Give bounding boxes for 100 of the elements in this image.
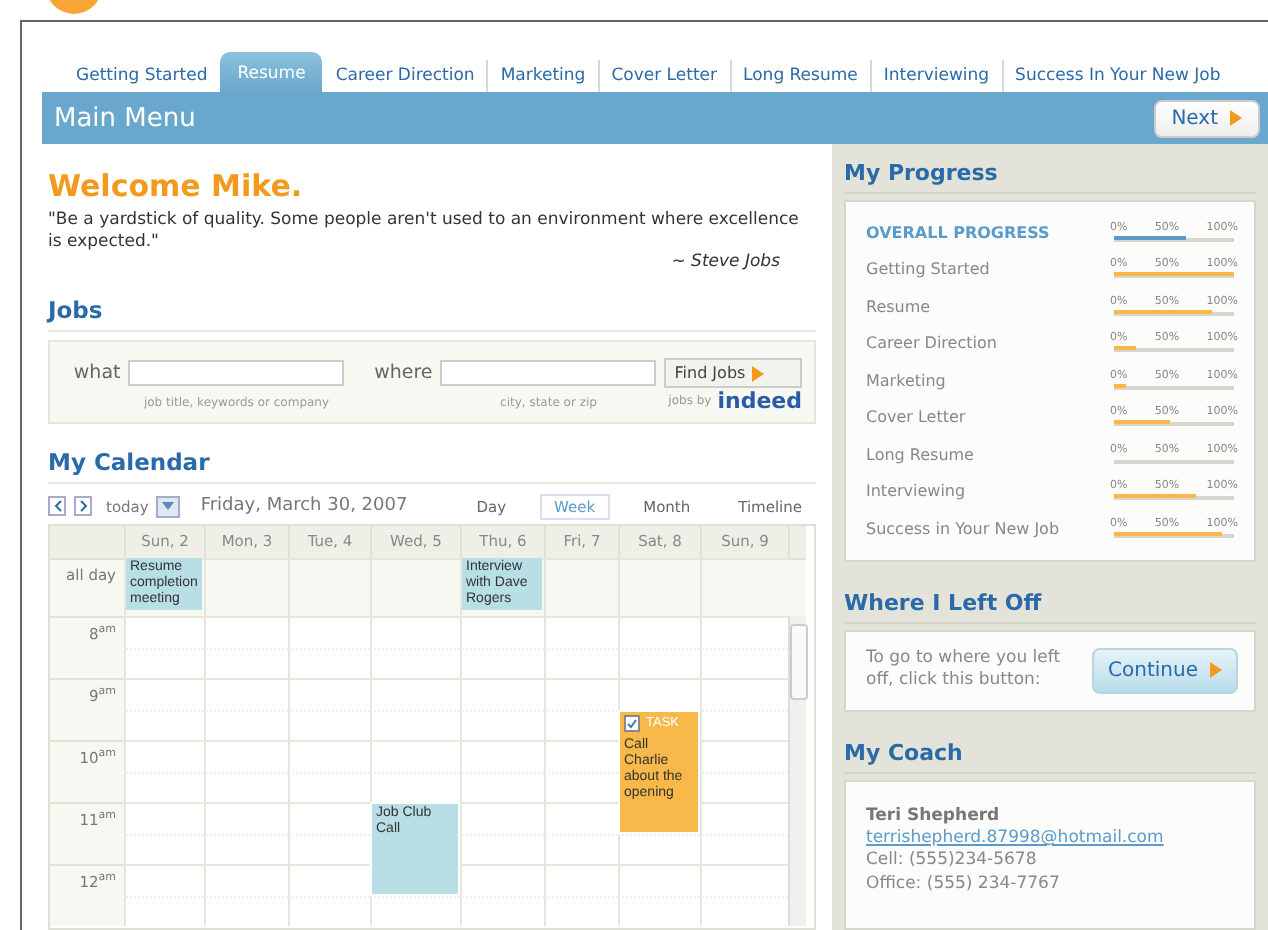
calendar-cell <box>370 678 460 710</box>
calendar-cell <box>204 895 288 927</box>
calendar-cell <box>618 864 700 896</box>
quote-author: ~ Steve Jobs <box>669 252 782 273</box>
calendar-cell <box>204 647 288 679</box>
calendar-cell <box>544 864 618 896</box>
calendar-cell <box>460 647 544 679</box>
calendar-cell <box>288 678 370 710</box>
nav-tab[interactable]: Getting Started <box>62 60 220 92</box>
calendar-cell <box>460 709 544 741</box>
calendar-cell <box>204 864 288 896</box>
progress-label: Interviewing <box>866 482 966 501</box>
coach-name: Teri Shepherd <box>866 805 1002 828</box>
calendar-cell <box>618 895 700 927</box>
left-off-text: To go to where you left off, click this button: <box>866 648 1063 692</box>
office-phone: Office: (555) 234-7767 <box>866 873 1062 897</box>
find-jobs-button[interactable]: Find Jobs <box>664 358 802 389</box>
calendar-cell <box>544 616 618 648</box>
section-title: Jobs <box>48 296 816 333</box>
calendar-cell <box>544 647 618 679</box>
calendar-cell <box>618 678 700 710</box>
calendar-cell <box>370 616 460 648</box>
caret-icon <box>162 502 175 511</box>
calendar-cell <box>204 833 288 865</box>
calendar-cell <box>460 864 544 896</box>
quote-text: "Be a yardstick of quality. Some people aren't used to an environment where excellence is expected." <box>48 210 801 253</box>
email-link[interactable]: terrishepherd.87998@hotmail.com <box>866 827 1164 848</box>
field-label: where <box>372 362 433 385</box>
calendar-cell <box>288 864 370 896</box>
calendar-cell <box>544 678 618 710</box>
panel-title: Where I Left Off <box>844 589 1256 623</box>
calendar-cell <box>288 833 370 865</box>
progress-label: Getting Started <box>866 260 990 279</box>
calendar-cell <box>544 895 618 927</box>
progress-label: Marketing <box>866 371 946 390</box>
dropdown-button[interactable] <box>156 495 181 518</box>
prev-button[interactable] <box>48 496 66 517</box>
progress-label: Success in Your New Job <box>866 519 1060 538</box>
calendar-cell <box>460 678 544 710</box>
progress-label: Career Direction <box>866 334 997 353</box>
progress-label: OVERALL PROGRESS <box>866 223 1050 242</box>
arrow-right-icon <box>1210 662 1222 678</box>
calendar-cell <box>288 802 370 834</box>
calendar-cell <box>288 895 370 927</box>
calendar-cell <box>370 771 460 803</box>
calendar-cell <box>288 740 370 772</box>
calendar-cell <box>788 558 806 617</box>
calendar-cell <box>204 771 288 803</box>
chevron-left-icon <box>53 500 61 513</box>
calendar-cell <box>288 558 370 617</box>
provider-logo[interactable]: indeed <box>717 388 802 415</box>
progress-label: Cover Letter <box>866 408 966 427</box>
cell-phone: Cell: (555)234-5678 <box>866 850 1039 874</box>
calendar-cell <box>618 647 700 679</box>
calendar-cell <box>544 833 618 865</box>
calendar-cell <box>544 802 618 834</box>
what-field[interactable] <box>128 360 345 387</box>
chevron-right-icon <box>79 500 87 513</box>
calendar-cell <box>544 771 618 803</box>
next-week-button[interactable] <box>74 496 92 517</box>
calendar-cell <box>460 895 544 927</box>
calendar-cell <box>370 740 460 772</box>
menu-title: Main Menu <box>54 103 196 133</box>
calendar-cell <box>370 647 460 679</box>
header-cell <box>50 526 124 559</box>
calendar-cell <box>460 833 544 865</box>
calendar-cell <box>204 709 288 741</box>
scrollbar[interactable] <box>788 616 806 927</box>
calendar-cell <box>204 802 288 834</box>
calendar-cell <box>544 709 618 741</box>
arrow-right-icon <box>1230 110 1242 126</box>
calendar-cell <box>460 802 544 834</box>
next-button[interactable]: Next <box>1153 99 1260 137</box>
calendar-cell <box>204 616 288 648</box>
field-label: what <box>71 362 121 385</box>
calendar-cell <box>460 616 544 648</box>
calendar-cell <box>204 678 288 710</box>
calendar-cell <box>288 771 370 803</box>
welcome-title: Welcome Mike. <box>48 168 305 204</box>
where-field[interactable] <box>440 360 657 387</box>
calendar-cell <box>370 558 460 617</box>
continue-button[interactable]: Continue <box>1092 647 1238 693</box>
arrow-right-icon <box>751 365 764 382</box>
calendar-cell <box>544 558 618 617</box>
calendar-date: Friday, March 30, 2007 <box>200 496 410 517</box>
calendar-cell <box>204 740 288 772</box>
calendar-cell <box>204 558 288 617</box>
calendar-cell <box>618 616 700 648</box>
progress-label: Resume <box>866 297 931 316</box>
calendar-cell <box>370 709 460 741</box>
calendar-cell <box>700 558 788 617</box>
calendar-cell <box>618 558 700 617</box>
calendar-cell <box>288 647 370 679</box>
checkbox-icon <box>624 713 640 732</box>
nav-tab[interactable]: Career Direction <box>321 60 487 92</box>
progress-label: Long Resume <box>866 445 974 464</box>
section-title: My Calendar <box>48 448 816 485</box>
panel-title: My Coach <box>844 739 1256 773</box>
panel-title: My Progress <box>844 160 1256 194</box>
calendar-cell <box>460 740 544 772</box>
